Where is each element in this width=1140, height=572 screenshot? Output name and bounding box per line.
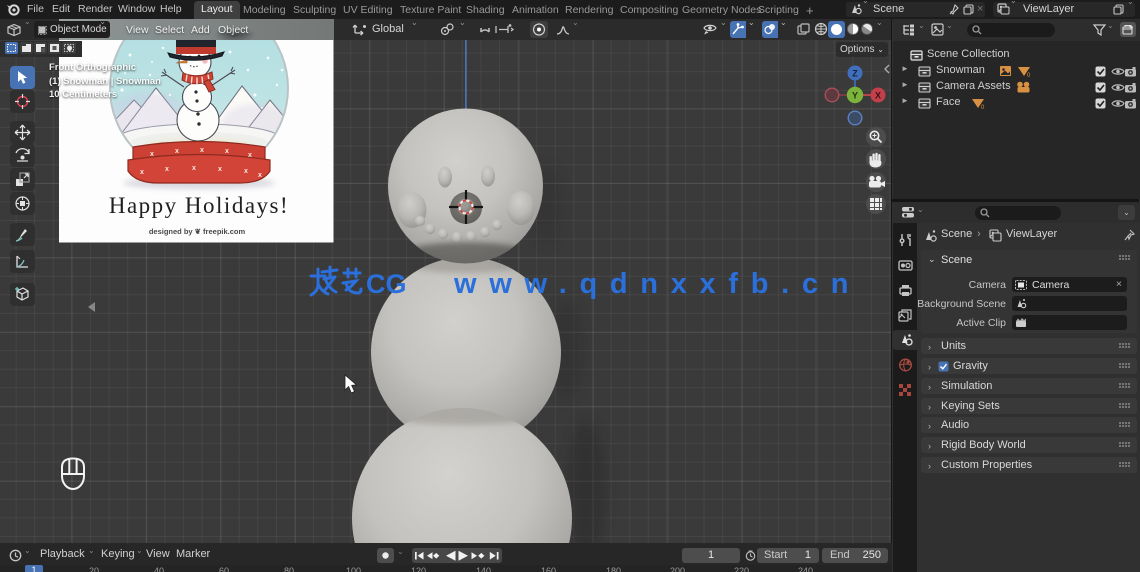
svg-text:x: x	[244, 168, 248, 175]
svg-text:Happy Holidays!: Happy Holidays!	[109, 193, 289, 218]
svg-text:0: 0	[981, 105, 985, 111]
svg-text:x: x	[150, 151, 154, 158]
svg-text:x: x	[225, 148, 229, 155]
svg-text:x: x	[165, 166, 169, 173]
svg-text:x: x	[140, 169, 144, 176]
svg-text:x: x	[218, 166, 222, 173]
svg-text:x: x	[258, 172, 262, 179]
svg-text:Z: Z	[852, 69, 858, 79]
svg-text:x: x	[175, 148, 179, 155]
svg-text:designed by ❦ freepik.com: designed by ❦ freepik.com	[149, 227, 246, 236]
svg-text:x: x	[192, 165, 196, 172]
svg-text:CG: CG	[366, 269, 407, 299]
svg-text:Y: Y	[852, 91, 858, 101]
svg-text:x: x	[200, 147, 204, 154]
svg-text:www.qdnxxfb.cn: www.qdnxxfb.cn	[453, 268, 861, 300]
svg-text:X: X	[875, 91, 881, 101]
svg-text:x: x	[248, 152, 252, 159]
